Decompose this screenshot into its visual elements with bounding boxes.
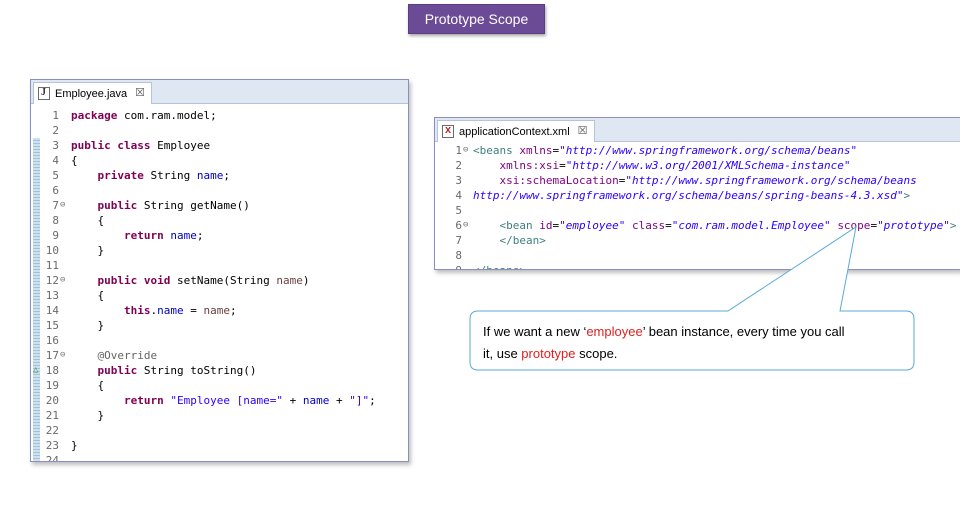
callout-text: If we want a new ‘employee’ bean instanc…	[483, 321, 903, 365]
highlight-prototype: prototype	[521, 346, 576, 361]
callout-bubble	[469, 225, 915, 371]
highlight-employee: employee	[586, 324, 643, 339]
callout-line-1: If we want a new ‘employee’ bean instanc…	[483, 324, 845, 339]
callout-line-2: it, use prototype scope.	[483, 346, 618, 361]
